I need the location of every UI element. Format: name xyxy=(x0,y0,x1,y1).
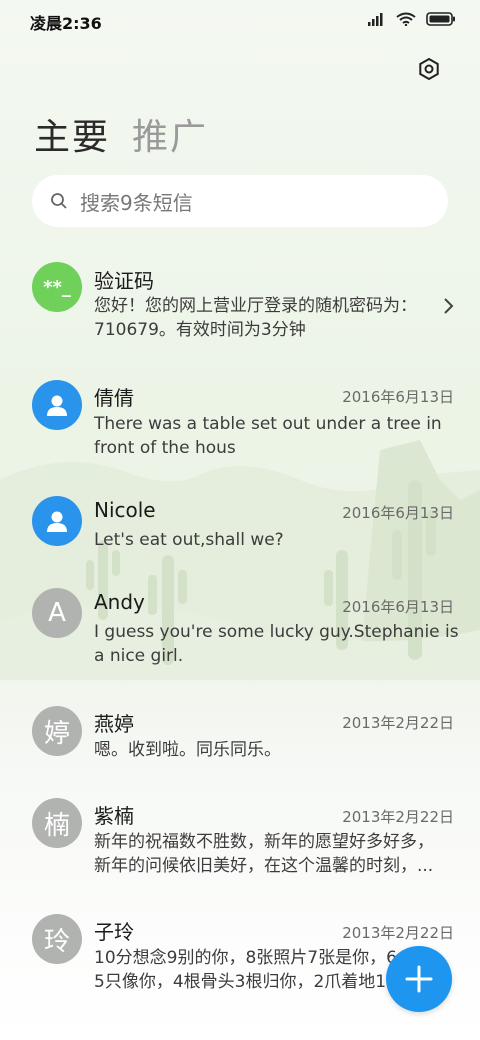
battery-icon xyxy=(426,12,455,26)
avatar: 楠 xyxy=(32,798,82,848)
avatar xyxy=(32,496,82,546)
plus-icon xyxy=(405,965,433,993)
message-date: 2016年6月13日 xyxy=(342,388,454,406)
avatar: **_ xyxy=(32,262,82,312)
message-preview: 嗯。收到啦。同乐同乐。 xyxy=(94,740,281,760)
tab-bar: 主要 推广 xyxy=(34,108,208,160)
message-preview: Let's eat out,shall we? xyxy=(94,530,284,550)
contact-name: 验证码 xyxy=(94,269,154,293)
tab-main[interactable]: 主要 xyxy=(34,108,110,160)
contact-name: 紫楠 xyxy=(94,804,134,828)
tab-promotions[interactable]: 推广 xyxy=(132,108,208,160)
contact-name: 倩倩 xyxy=(94,386,134,410)
person-icon xyxy=(47,511,67,532)
contact-name: 燕婷 xyxy=(94,712,134,736)
message-date: 2016年6月13日 xyxy=(342,504,454,522)
avatar: 玲 xyxy=(32,914,82,964)
gear-icon xyxy=(419,57,439,81)
message-preview: I guess you're some lucky guy.Stephanie … xyxy=(94,622,459,666)
contact-name: Andy xyxy=(94,590,145,614)
message-preview: 您好！您的网上营业厅登录的随机密码为： 710679。有效时间为3分钟 xyxy=(94,296,417,340)
search-input[interactable]: 搜索9条短信 xyxy=(80,187,193,216)
chevron-right-icon xyxy=(444,298,454,314)
conversation-item[interactable]: 楠 紫楠 2013年2月22日 新年的祝福数不胜数，新年的愿望好多好多， 新年的… xyxy=(0,790,480,900)
status-bar: 凌晨2:36 xyxy=(0,0,480,44)
contact-name: 子玲 xyxy=(94,920,134,944)
message-date: 2013年2月22日 xyxy=(342,808,454,826)
search-icon xyxy=(50,191,70,211)
message-date: 2013年2月22日 xyxy=(342,714,454,732)
wifi-icon xyxy=(396,12,416,26)
message-date: 2016年6月13日 xyxy=(342,598,454,616)
conversation-item[interactable]: 倩倩 2016年6月13日 There was a table set out … xyxy=(0,368,480,478)
contact-name: Nicole xyxy=(94,498,156,522)
signal-icon xyxy=(368,13,383,26)
person-icon xyxy=(47,395,67,416)
conversation-item[interactable]: 婷 燕婷 2013年2月22日 嗯。收到啦。同乐同乐。 xyxy=(0,696,480,786)
conversation-item[interactable]: Nicole 2016年6月13日 Let's eat out,shall we… xyxy=(0,486,480,576)
status-icons xyxy=(368,12,456,26)
message-preview: 新年的祝福数不胜数，新年的愿望好多好多， 新年的问候依旧美好，在这个温馨的时刻，… xyxy=(94,832,434,876)
avatar: A xyxy=(32,588,82,638)
avatar: 婷 xyxy=(32,706,82,756)
search-bar[interactable]: 搜索9条短信 xyxy=(32,175,448,227)
conversation-item-verification-code[interactable]: **_ 验证码 您好！您的网上营业厅登录的随机密码为： 710679。有效时间为… xyxy=(0,250,480,360)
avatar xyxy=(32,380,82,430)
conversation-item[interactable]: A Andy 2016年6月13日 I guess you're some lu… xyxy=(0,580,480,690)
new-message-button[interactable] xyxy=(386,946,452,1012)
settings-button[interactable] xyxy=(414,54,444,84)
status-time: 凌晨2:36 xyxy=(30,14,102,33)
message-date: 2013年2月22日 xyxy=(342,924,454,942)
message-preview: There was a table set out under a tree i… xyxy=(94,414,442,458)
